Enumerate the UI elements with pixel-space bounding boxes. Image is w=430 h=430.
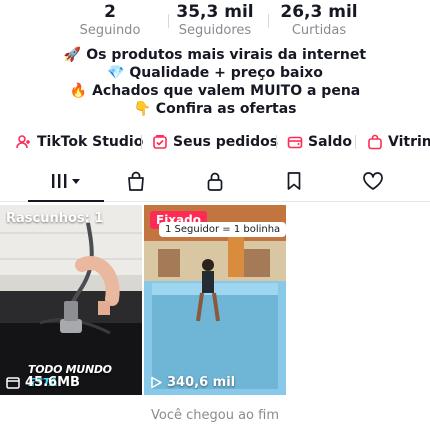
stat-divider bbox=[268, 14, 269, 28]
lock-icon bbox=[204, 170, 226, 196]
bio-text: Qualidade + preço baixo bbox=[129, 65, 323, 81]
rocket-emoji: 🚀 bbox=[63, 47, 82, 63]
fire-emoji: 🔥 bbox=[69, 83, 88, 99]
bio-line: 💎 Qualidade + preço baixo bbox=[0, 64, 430, 82]
video-grid: Rascunhos: 1 TODO MUNDO ESTÁ 45.6MB Fixa… bbox=[0, 205, 430, 395]
followers-label: Seguidores bbox=[178, 23, 252, 38]
balance-link[interactable]: Saldo bbox=[287, 130, 352, 154]
draft-size: 45.6MB bbox=[6, 375, 80, 390]
end-of-list-text: Você chegou ao fim bbox=[151, 408, 279, 423]
view-count: 340,6 mil bbox=[150, 375, 235, 390]
heart-icon bbox=[361, 170, 385, 196]
video-caption: 1 Seguidor = 1 bolinha bbox=[159, 222, 286, 237]
orders-link[interactable]: Seus pedidos bbox=[152, 130, 278, 154]
active-tab-indicator bbox=[28, 200, 104, 202]
link-divider bbox=[276, 135, 277, 149]
order-icon bbox=[152, 134, 168, 150]
play-icon bbox=[150, 376, 162, 389]
bio-text: Os produtos mais virais da internet bbox=[86, 47, 367, 63]
bio-line: 🔥 Achados que valem MUITO a pena bbox=[0, 82, 430, 100]
profile-tabs bbox=[0, 164, 430, 202]
tab-videos[interactable] bbox=[28, 164, 104, 202]
profile-quick-links: TikTok Studio Seus pedidos Saldo Vitrine bbox=[0, 130, 430, 154]
tab-private[interactable] bbox=[195, 164, 235, 202]
followers-count: 35,3 mil bbox=[176, 2, 254, 22]
tab-liked[interactable] bbox=[353, 164, 393, 202]
drafts-tile[interactable]: Rascunhos: 1 TODO MUNDO ESTÁ 45.6MB bbox=[0, 205, 142, 395]
link-divider bbox=[141, 135, 142, 149]
bio-line: 🚀 Os produtos mais virais da internet bbox=[0, 46, 430, 64]
following-count: 2 bbox=[104, 2, 116, 22]
pointing-down-emoji: 👇 bbox=[133, 101, 151, 117]
likes-stat[interactable]: 26,3 mil Curtidas bbox=[270, 2, 368, 39]
shop-bag-icon bbox=[125, 170, 147, 196]
bookmark-icon bbox=[283, 170, 305, 196]
link-divider bbox=[355, 135, 356, 149]
draft-size-value: 45.6MB bbox=[25, 375, 80, 390]
balance-label: Saldo bbox=[308, 134, 352, 150]
bio-text: Confira as ofertas bbox=[155, 101, 297, 117]
bag-icon bbox=[367, 134, 383, 150]
orders-label: Seus pedidos bbox=[173, 134, 279, 150]
tab-shop[interactable] bbox=[116, 164, 156, 202]
following-stat[interactable]: 2 Seguindo bbox=[62, 2, 158, 39]
storage-icon bbox=[6, 376, 20, 389]
gem-emoji: 💎 bbox=[107, 65, 125, 81]
tiktok-studio-label: TikTok Studio bbox=[37, 134, 144, 150]
profile-stats: 2 Seguindo 35,3 mil Seguidores 26,3 mil … bbox=[0, 2, 430, 40]
bio-line: 👇 Confira as ofertas bbox=[0, 100, 430, 118]
videos-grid-icon bbox=[49, 171, 83, 195]
profile-bio: 🚀 Os produtos mais virais da internet 💎 … bbox=[0, 46, 430, 118]
tab-saved[interactable] bbox=[274, 164, 314, 202]
likes-count: 26,3 mil bbox=[280, 2, 358, 22]
tiktok-studio-link[interactable]: TikTok Studio bbox=[16, 130, 143, 154]
showcase-link[interactable]: Vitrine bbox=[367, 130, 430, 154]
likes-label: Curtidas bbox=[291, 23, 347, 38]
user-plus-icon bbox=[16, 134, 32, 150]
wallet-icon bbox=[287, 134, 303, 150]
showcase-label: Vitrine bbox=[388, 134, 430, 150]
bio-text: Achados que valem MUITO a pena bbox=[92, 83, 361, 99]
view-count-value: 340,6 mil bbox=[167, 375, 236, 390]
drafts-label: Rascunhos: 1 bbox=[6, 211, 104, 226]
followers-stat[interactable]: 35,3 mil Seguidores bbox=[165, 2, 265, 39]
pinned-video-tile[interactable]: Fixado 1 Seguidor = 1 bolinha 340,6 mil bbox=[144, 205, 286, 395]
following-label: Seguindo bbox=[79, 23, 141, 38]
